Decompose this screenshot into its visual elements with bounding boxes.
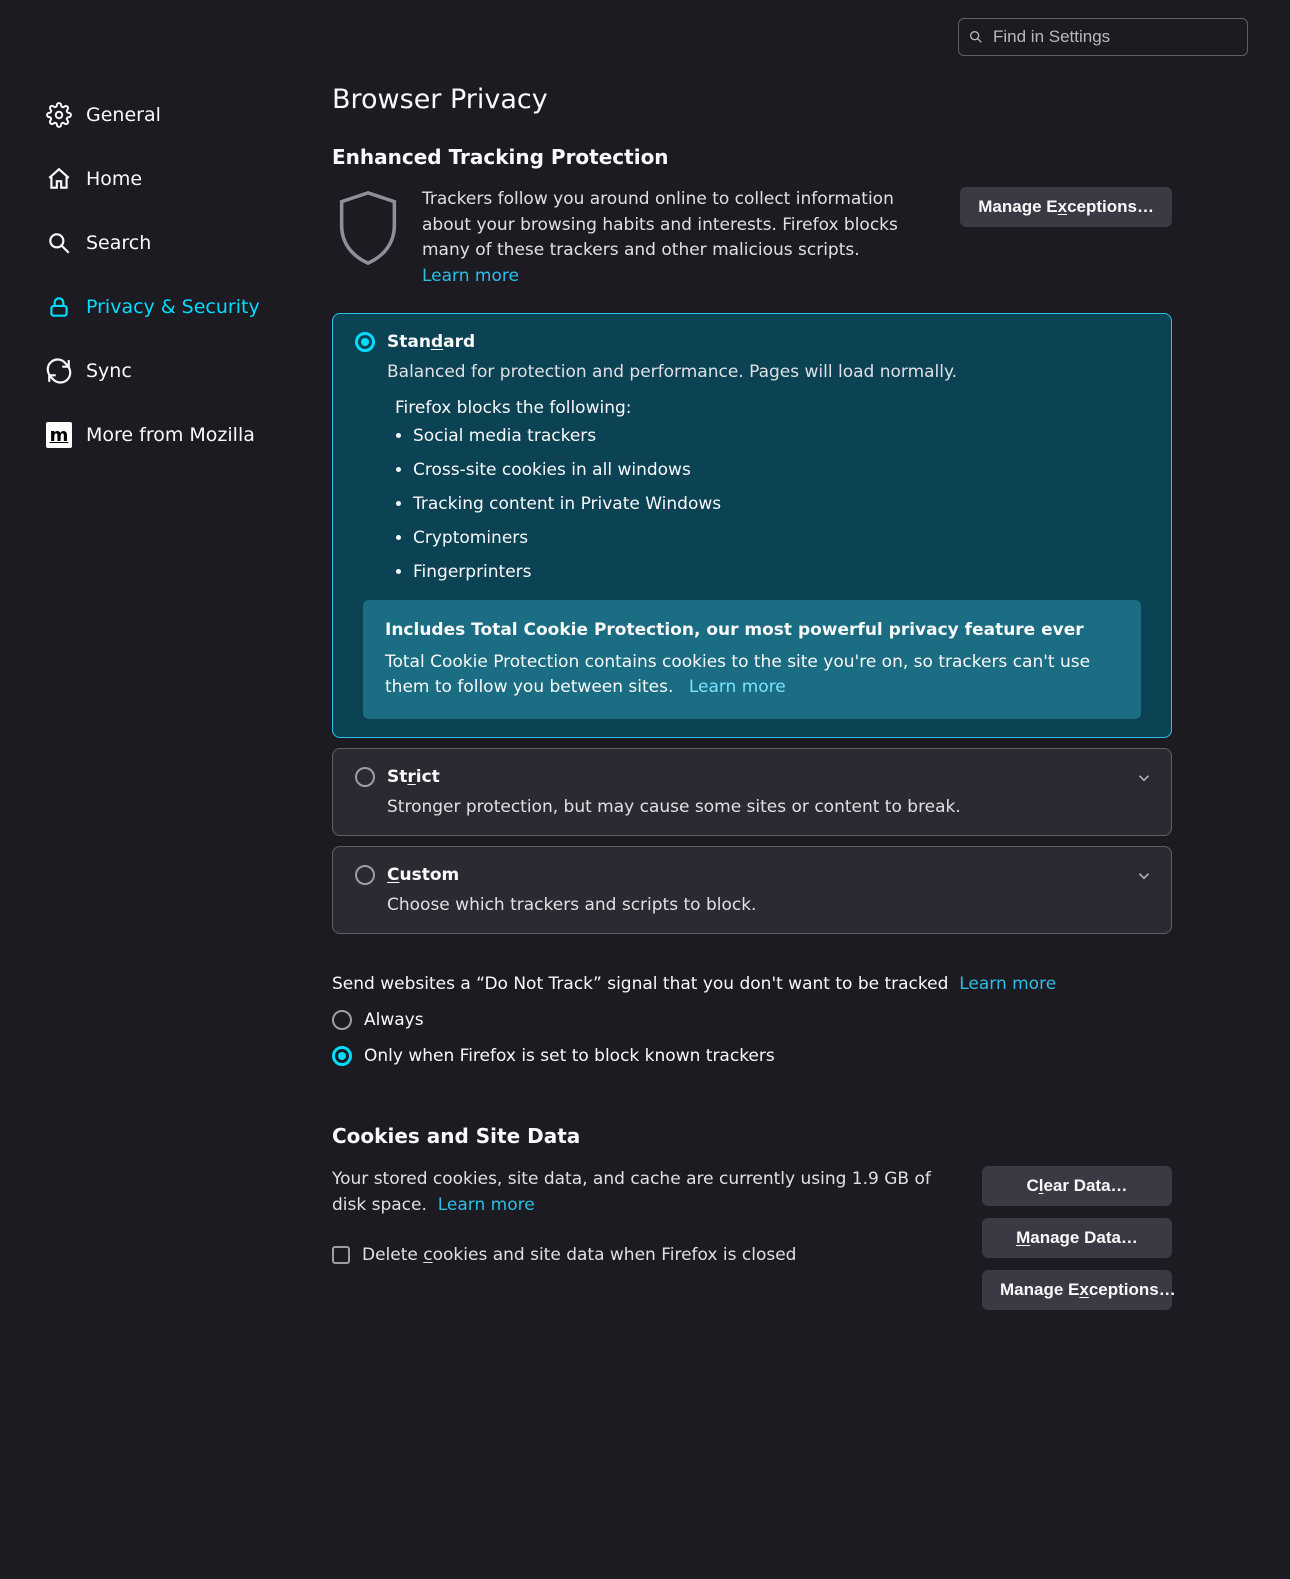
dnt-always-option[interactable]: Always [332,1010,1172,1030]
sync-icon [46,358,72,384]
chevron-down-icon [1135,867,1153,885]
dnt-only-when-label: Only when Firefox is set to block known … [364,1046,775,1066]
dnt-text: Send websites a “Do Not Track” signal th… [332,974,1172,994]
delete-cookies-checkbox[interactable] [332,1246,350,1264]
sidebar-item-label: More from Mozilla [86,424,255,446]
delete-cookies-checkbox-row[interactable]: Delete cookies and site data when Firefo… [332,1242,958,1268]
etp-strict-header[interactable]: Strict [355,767,1149,787]
etp-standard-header[interactable]: Standard [355,332,1149,352]
sidebar-item-label: Home [86,168,142,190]
dnt-only-when-option[interactable]: Only when Firefox is set to block known … [332,1046,1172,1066]
radio-custom[interactable] [355,865,375,885]
etp-strict-desc: Stronger protection, but may cause some … [387,797,1149,817]
etp-blocks-list: Social media trackers Cross-site cookies… [413,426,1149,582]
cookies-learn-more-link[interactable]: Learn more [438,1195,535,1215]
manage-data-button[interactable]: Manage Data… [982,1218,1172,1258]
page-title: Browser Privacy [332,84,1172,115]
cookies-desc: Your stored cookies, site data, and cach… [332,1166,958,1269]
etp-learn-more-link[interactable]: Learn more [422,266,519,286]
etp-custom-header[interactable]: Custom [355,865,1149,885]
search-icon [968,29,984,45]
sidebar-item-more-mozilla[interactable]: m More from Mozilla [42,412,292,458]
etp-section-title: Enhanced Tracking Protection [332,145,1172,169]
etp-custom-card[interactable]: Custom Choose which trackers and scripts… [332,846,1172,934]
tcp-title: Includes Total Cookie Protection, our mo… [385,618,1119,644]
dnt-always-label: Always [364,1010,424,1030]
etp-blocks-label: Firefox blocks the following: [395,398,1149,418]
etp-description: Trackers follow you around online to col… [422,187,942,289]
radio-dnt-always[interactable] [332,1010,352,1030]
sidebar-item-privacy[interactable]: Privacy & Security [42,284,292,330]
radio-strict[interactable] [355,767,375,787]
mozilla-icon: m [46,422,72,448]
radio-dnt-only-when[interactable] [332,1046,352,1066]
sidebar-item-label: Privacy & Security [86,296,260,318]
list-item: Social media trackers [413,426,1149,446]
etp-strict-title: Strict [387,767,440,787]
etp-standard-card[interactable]: Standard Balanced for protection and per… [332,313,1172,738]
list-item: Cryptominers [413,528,1149,548]
tcp-callout: Includes Total Cookie Protection, our mo… [363,600,1141,719]
settings-sidebar: General Home Search Privacy & Security [42,84,292,1310]
tcp-learn-more-link[interactable]: Learn more [689,677,786,697]
sidebar-item-sync[interactable]: Sync [42,348,292,394]
sidebar-item-search[interactable]: Search [42,220,292,266]
shield-icon [332,187,404,269]
manage-exceptions-button[interactable]: Manage Exceptions… [960,187,1172,227]
dnt-learn-more-link[interactable]: Learn more [959,974,1056,994]
etp-strict-card[interactable]: Strict Stronger protection, but may caus… [332,748,1172,836]
cookies-section-title: Cookies and Site Data [332,1124,1172,1148]
search-box[interactable] [958,18,1248,56]
search-icon [46,230,72,256]
clear-data-button[interactable]: Clear Data… [982,1166,1172,1206]
lock-icon [46,294,72,320]
home-icon [46,166,72,192]
etp-standard-desc: Balanced for protection and performance.… [387,362,1149,382]
list-item: Cross-site cookies in all windows [413,460,1149,480]
sidebar-item-home[interactable]: Home [42,156,292,202]
chevron-down-icon [1135,769,1153,787]
cookies-manage-exceptions-button[interactable]: Manage Exceptions… [982,1270,1172,1310]
sidebar-item-label: Sync [86,360,132,382]
etp-standard-title: Standard [387,332,475,352]
etp-custom-desc: Choose which trackers and scripts to blo… [387,895,1149,915]
list-item: Fingerprinters [413,562,1149,582]
gear-icon [46,102,72,128]
sidebar-item-label: General [86,104,161,126]
etp-custom-title: Custom [387,865,459,885]
delete-cookies-label: Delete cookies and site data when Firefo… [362,1242,796,1268]
radio-standard[interactable] [355,332,375,352]
sidebar-item-general[interactable]: General [42,92,292,138]
search-input[interactable] [958,18,1248,56]
sidebar-item-label: Search [86,232,151,254]
list-item: Tracking content in Private Windows [413,494,1149,514]
settings-content: Browser Privacy Enhanced Tracking Protec… [332,84,1172,1310]
